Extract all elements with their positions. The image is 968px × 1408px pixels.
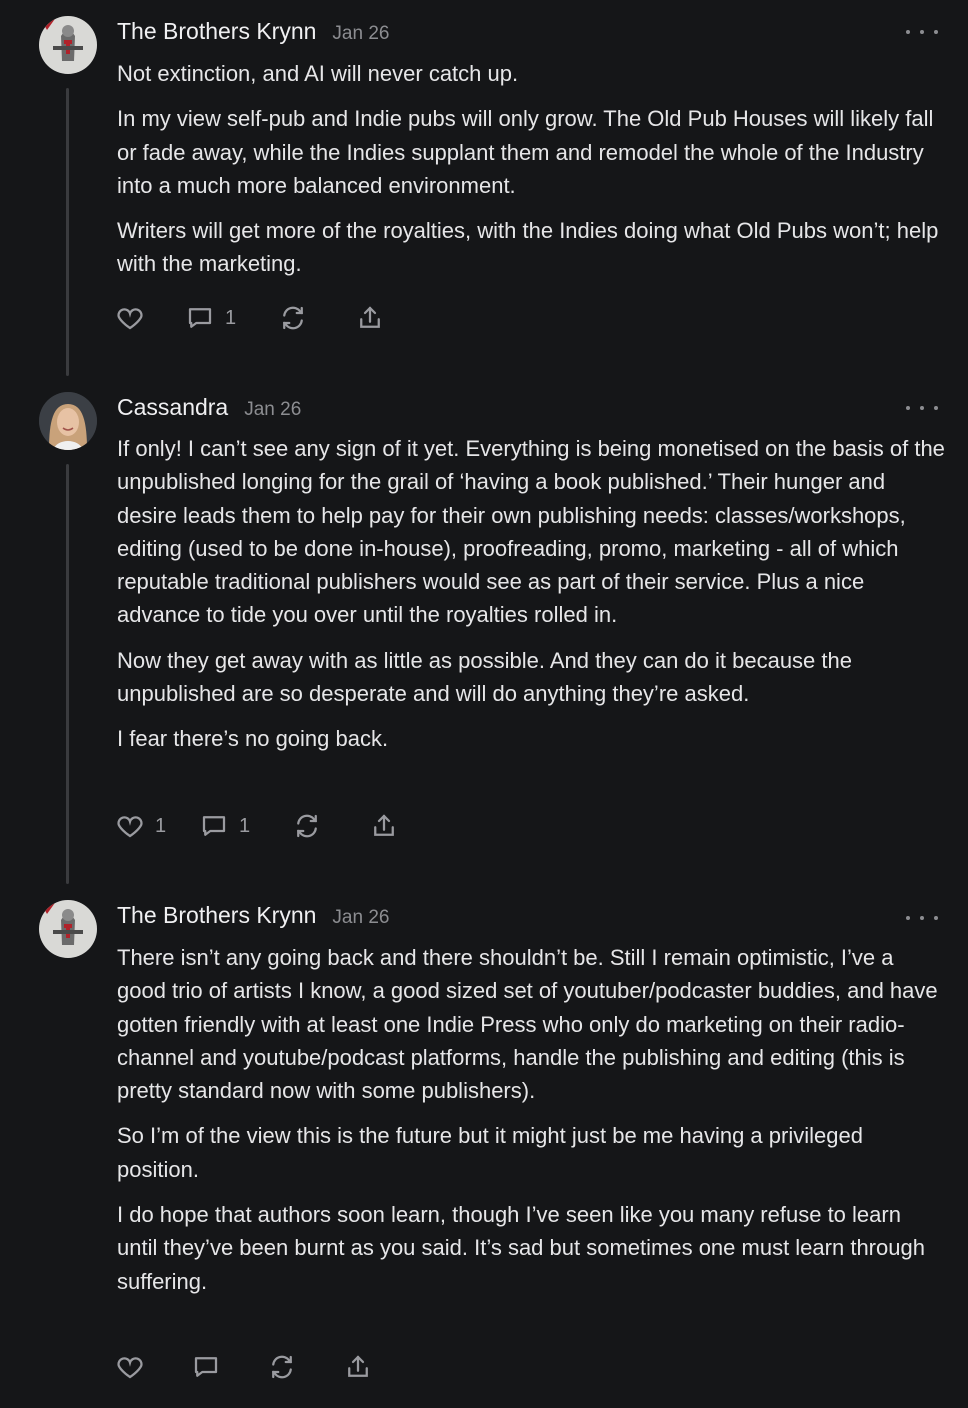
comment-body: There isn’t any going back and there sho…: [117, 941, 947, 1310]
restack-icon: [297, 814, 317, 838]
share-icon: [374, 814, 394, 836]
comment-bubble-icon: [188, 308, 212, 328]
heart-icon: [117, 816, 143, 838]
share-icon: [360, 306, 380, 328]
thread-line: [66, 464, 69, 884]
restack-icon: [272, 1355, 292, 1379]
comment-header: The Brothers Krynn Jan 26: [117, 902, 389, 938]
comment-paragraph: In my view self-pub and Indie pubs will …: [117, 106, 934, 198]
reply-count: 1: [225, 306, 237, 329]
comment-body: Not extinction, and AI will never catch …: [117, 57, 947, 293]
like-count: 1: [155, 814, 167, 837]
more-options-icon[interactable]: [906, 908, 938, 928]
comment-bubble-icon: [194, 1357, 218, 1377]
more-options-icon[interactable]: [906, 398, 938, 418]
reply-button[interactable]: 1: [185, 301, 236, 335]
like-button[interactable]: 1: [115, 809, 166, 843]
comment-paragraph: If only! I can’t see any sign of it yet.…: [117, 436, 945, 628]
comment: Cassandra Jan 26 If only! I can’t see an…: [0, 376, 968, 888]
share-button[interactable]: [355, 301, 385, 335]
comment-header: Cassandra Jan 26: [117, 394, 301, 430]
heart-icon: [117, 1357, 143, 1379]
like-button[interactable]: [115, 301, 145, 335]
comment-paragraph: So I’m of the view this is the future bu…: [117, 1123, 863, 1182]
comment-paragraph: There isn’t any going back and there sho…: [117, 945, 938, 1104]
restack-icon: [283, 306, 303, 330]
thread-line: [66, 88, 69, 376]
heart-icon: [117, 308, 143, 330]
comment: The Brothers Krynn Jan 26 Not extinction…: [0, 0, 968, 380]
author-name[interactable]: The Brothers Krynn: [117, 902, 316, 929]
restack-button[interactable]: [292, 809, 322, 843]
comment-bubble-icon: [202, 816, 226, 836]
reply-button[interactable]: 1: [199, 809, 250, 843]
author-avatar[interactable]: [39, 900, 97, 958]
like-button[interactable]: [115, 1350, 145, 1384]
restack-button[interactable]: [267, 1350, 297, 1384]
share-button[interactable]: [343, 1350, 373, 1384]
comment-date[interactable]: Jan 26: [244, 399, 301, 421]
share-button[interactable]: [369, 809, 399, 843]
author-avatar[interactable]: [39, 16, 97, 74]
comment-header: The Brothers Krynn Jan 26: [117, 18, 389, 54]
comment-paragraph: Now they get away with as little as poss…: [117, 647, 852, 707]
share-icon: [348, 1355, 368, 1377]
comment-paragraph: I do hope that authors soon learn, thoug…: [117, 1202, 925, 1294]
comment-body: If only! I can’t see any sign of it yet.…: [117, 432, 947, 768]
comment-date[interactable]: Jan 26: [332, 23, 389, 45]
comment-paragraph: Writers will get more of the royalties, …: [117, 218, 939, 277]
restack-button[interactable]: [278, 301, 308, 335]
reply-count: 1: [239, 814, 251, 837]
author-name[interactable]: The Brothers Krynn: [117, 18, 316, 45]
more-options-icon[interactable]: [906, 22, 938, 42]
author-name[interactable]: Cassandra: [117, 394, 228, 421]
comment: The Brothers Krynn Jan 26 There isn’t an…: [0, 884, 968, 1408]
comment-paragraph: Not extinction, and AI will never catch …: [117, 61, 519, 86]
reply-button[interactable]: [191, 1350, 221, 1384]
comment-paragraph: I fear there’s no going back.: [117, 726, 389, 752]
comment-date[interactable]: Jan 26: [332, 907, 389, 929]
author-avatar[interactable]: [39, 392, 97, 450]
